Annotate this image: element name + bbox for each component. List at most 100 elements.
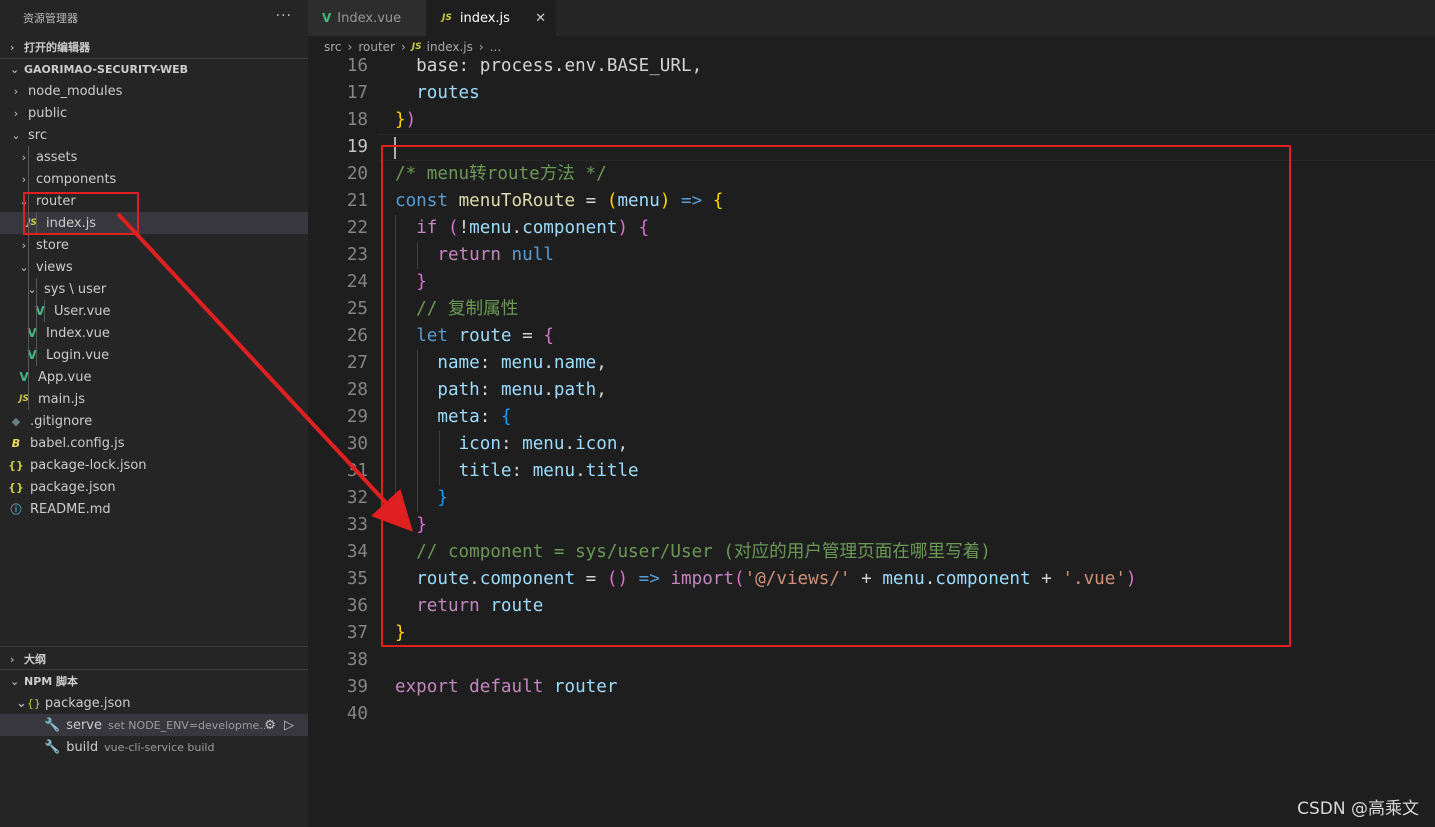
npm-scripts-section[interactable]: ⌄ NPM 脚本 [0,670,308,692]
code-token: // 复制属性 [395,299,519,319]
tree-item[interactable]: › node_modules [0,80,308,102]
code-text: } [395,620,406,647]
code-line[interactable]: 16 base: process.env.BASE_URL, [308,58,1435,80]
code-line[interactable]: 22 if (!menu.component) { [308,215,1435,242]
tree-item[interactable]: V Login.vue [0,344,308,366]
explorer-title: 资源管理器 [23,12,78,25]
breadcrumb-item[interactable]: ... [490,40,501,54]
breadcrumb-item[interactable]: router [358,40,395,54]
code-token: menu [617,191,660,211]
code-token: name [437,353,480,373]
tree-item[interactable]: V Index.vue [0,322,308,344]
code-line[interactable]: 18}) [308,107,1435,134]
tree-item[interactable]: ◆ .gitignore [0,410,308,432]
tree-item[interactable]: {} package-lock.json [0,454,308,476]
outline-section[interactable]: › 大纲 [0,648,308,670]
tree-item[interactable]: Bbabel.config.js [0,432,308,454]
tab-label: Index.vue [337,10,402,26]
tree-item[interactable]: ⌄ src [0,124,308,146]
code-line[interactable]: 17 routes [308,80,1435,107]
code-line[interactable]: 27 name: menu.name, [308,350,1435,377]
code-token: ) [659,191,671,211]
chevron-right-icon: › [21,172,27,186]
code-token: routes [416,83,480,103]
code-token: ) [617,218,629,238]
code-token: ( [606,191,618,211]
tab-index-vue[interactable]: V Index.vue [308,0,426,36]
code-token: + [1030,569,1063,589]
code-line[interactable]: 31 title: menu.title [308,458,1435,485]
tree-item[interactable]: V User.vue [0,300,308,322]
tree-item[interactable]: ⌄ sys \ user [0,278,308,300]
code-line[interactable]: 29 meta: { [308,404,1435,431]
code-token: { [712,191,724,211]
code-token: . [575,461,586,481]
code-line[interactable]: 38 [308,647,1435,674]
line-number: 16 [346,58,368,76]
code-line[interactable]: 36 return route [308,593,1435,620]
tree-item[interactable]: JS main.js [0,388,308,410]
tree-item-label: node_modules [28,83,123,99]
code-token: name [553,353,597,373]
code-line[interactable]: 34 // component = sys/user/User (对应的用户管理… [308,539,1435,566]
indent-guide [36,300,37,322]
code-line[interactable]: 33 } [308,512,1435,539]
code-line[interactable]: 24 } [308,269,1435,296]
tree-item[interactable]: › store [0,234,308,256]
close-icon[interactable]: ✕ [535,11,546,26]
wrench-icon: 🔧 [44,717,61,733]
line-number: 35 [346,569,368,589]
code-line[interactable]: 25 // 复制属性 [308,296,1435,323]
tree-item-label: babel.config.js [30,435,125,451]
more-actions-icon[interactable]: ··· [276,8,292,24]
tree-item[interactable]: ⌄ views [0,256,308,278]
code-line[interactable]: 21 const menuToRoute = (menu) => { [308,188,1435,215]
code-line[interactable]: 32 } [308,485,1435,512]
project-section[interactable]: ⌄ GAORIMAO-SECURITY-WEB [0,58,308,80]
divider [0,646,308,647]
indent-guide [28,344,29,366]
tree-item-label: README.md [30,501,111,517]
code-line[interactable]: 23 return null [308,242,1435,269]
code-token: null [511,245,554,265]
run-icon[interactable]: ▷ [284,718,294,733]
tree-item[interactable]: › components [0,168,308,190]
tree-item-label: Login.vue [46,347,110,363]
open-editors-section[interactable]: › 打开的编辑器 [0,36,308,58]
code-token: : [500,434,523,454]
indent-guide [36,278,37,300]
tree-item[interactable]: › assets [0,146,308,168]
code-line[interactable]: 37} [308,620,1435,647]
code-line[interactable]: 19 [308,134,1435,161]
code-editor[interactable]: 16 base: process.env.BASE_URL, 17 routes 1… [308,58,1435,827]
line-number: 17 [346,83,368,103]
code-token: { [543,326,554,346]
line-number: 30 [346,434,368,454]
code-line[interactable]: 20 /* menu转route方法 */ [308,161,1435,188]
indent-guide [28,146,29,168]
code-line[interactable]: 39 export default router [308,674,1435,701]
code-text: } [395,512,427,539]
code-line[interactable]: 30 icon: menu.icon, [308,431,1435,458]
code-line[interactable]: 28 path: menu.path, [308,377,1435,404]
code-line[interactable]: 26 let route = { [308,323,1435,350]
tree-item[interactable]: › public [0,102,308,124]
npm-script-build[interactable]: 🔧 build vue-cli-service build [0,736,308,758]
json-file-icon: {} [8,458,24,472]
breadcrumb-item[interactable]: src [324,40,342,54]
npm-script-serve[interactable]: 🔧 serve set NODE_ENV=developme... ⚙ ▷ [0,714,308,736]
code-line[interactable]: 35 route.component = () => import('@/vie… [308,566,1435,593]
tree-item[interactable]: V App.vue [0,366,308,388]
tab-index-js[interactable]: JS index.js ✕ [426,0,556,36]
debug-icon[interactable]: ⚙ [264,718,276,733]
npm-package-item[interactable]: ⌄ {} package.json [0,692,308,714]
code-line[interactable]: 40 [308,701,1435,728]
breadcrumb-item[interactable]: index.js [427,40,473,54]
code-token: router [553,677,618,697]
tree-item[interactable]: {} package.json [0,476,308,498]
chevron-down-icon: ⌄ [11,128,21,142]
tree-item[interactable]: ⓘ README.md [0,498,308,520]
code-token: . [543,353,554,373]
